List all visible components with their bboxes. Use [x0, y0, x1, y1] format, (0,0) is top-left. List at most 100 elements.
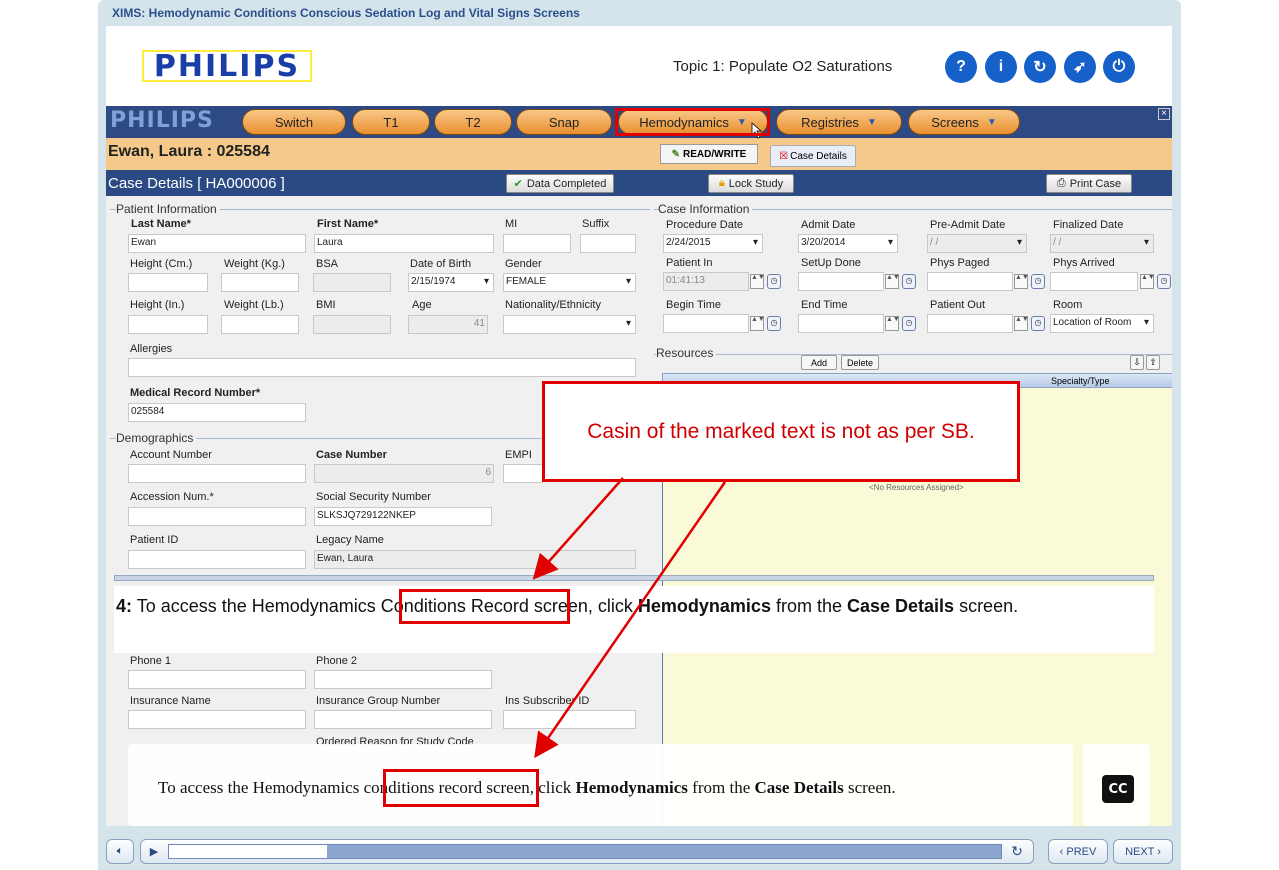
bsa-field	[313, 273, 391, 292]
lock-study-button[interactable]: 🔒︎ Lock Study	[708, 174, 794, 193]
tab-snap[interactable]: Snap	[516, 109, 612, 135]
insurance-name-field[interactable]	[128, 710, 306, 729]
last-name-field[interactable]: Ewan	[128, 234, 306, 253]
cc-text-4: Hemodynamics	[575, 778, 688, 797]
mi-field[interactable]	[503, 234, 571, 253]
time-spinner[interactable]: ▲▼	[750, 274, 765, 289]
reload-icon[interactable]: ↻	[1006, 841, 1028, 862]
next-button[interactable]: NEXT ›	[1113, 839, 1173, 864]
marked-text-highlight	[399, 589, 570, 624]
first-name-field[interactable]: Laura	[314, 234, 494, 253]
prev-button[interactable]: ‹ PREV	[1048, 839, 1108, 864]
add-resource-button[interactable]: Add	[801, 355, 837, 370]
legacy-name-field: Ewan, Laura	[314, 550, 636, 569]
printer-icon: ⎙	[1056, 177, 1066, 189]
cc-text-1: To access the Hemodynamics	[158, 778, 364, 797]
dob-field[interactable]: 2/15/1974	[408, 273, 494, 292]
nationality-select[interactable]	[503, 315, 636, 334]
clock-icon[interactable]: ◷	[767, 274, 781, 289]
time-spinner[interactable]: ▲▼	[885, 316, 900, 331]
volume-icon[interactable]: 🔈︎	[106, 839, 134, 864]
closed-caption-button[interactable]: CC	[1102, 775, 1134, 803]
move-up-icon[interactable]: ⇧	[1146, 355, 1160, 370]
accession-label: Accession Num.*	[130, 491, 214, 503]
account-number-field[interactable]	[128, 464, 306, 483]
power-icon[interactable]: ⏻	[1103, 51, 1135, 83]
phone1-field[interactable]	[128, 670, 306, 689]
patient-name: Ewan, Laura : 025584	[108, 143, 270, 160]
clock-icon[interactable]: ◷	[1031, 316, 1045, 331]
phone2-field[interactable]	[314, 670, 492, 689]
phys-arrived-field[interactable]	[1050, 272, 1138, 291]
insurance-group-label: Insurance Group Number	[316, 695, 441, 707]
case-title-bar: Case Details [ HA000006 ] ✔ Data Complete…	[106, 170, 1172, 196]
height-in-label: Height (In.)	[130, 299, 185, 311]
weight-kg-field[interactable]	[221, 273, 299, 292]
last-name-label: Last Name*	[131, 218, 191, 230]
replay-icon[interactable]: ↻	[1024, 51, 1056, 83]
procedure-date-field[interactable]: 2/24/2015	[663, 234, 763, 253]
close-icon[interactable]: ☒	[779, 151, 788, 162]
height-cm-label: Height (Cm.)	[130, 258, 193, 270]
patient-out-label: Patient Out	[930, 299, 986, 311]
end-time-field[interactable]	[798, 314, 884, 333]
delete-resource-button[interactable]: Delete	[841, 355, 879, 370]
tab-screens[interactable]: Screens ▼	[908, 109, 1020, 135]
ins-subscriber-field[interactable]	[503, 710, 636, 729]
suffix-field[interactable]	[580, 234, 636, 253]
clock-icon[interactable]: ◷	[902, 316, 916, 331]
height-in-field[interactable]	[128, 315, 208, 334]
pre-admit-label: Pre-Admit Date	[930, 219, 1006, 231]
print-case-button[interactable]: ⎙ Print Case	[1046, 174, 1132, 193]
move-down-icon[interactable]: ⇩	[1130, 355, 1144, 370]
tab-switch[interactable]: Switch	[242, 109, 346, 135]
tab-case-details[interactable]: ☒ Case Details	[770, 145, 856, 167]
dob-label: Date of Birth	[410, 258, 472, 270]
phone2-label: Phone 2	[316, 655, 357, 667]
mrn-field[interactable]: 025584	[128, 403, 306, 422]
time-spinner[interactable]: ▲▼	[885, 274, 900, 289]
patient-out-field[interactable]	[927, 314, 1013, 333]
time-spinner[interactable]: ▲▼	[1014, 274, 1029, 289]
tab-registries[interactable]: Registries ▼	[776, 109, 902, 135]
close-icon[interactable]: ×	[1158, 108, 1170, 120]
clock-icon[interactable]: ◷	[767, 316, 781, 331]
bmi-label: BMI	[316, 299, 336, 311]
tab-t1[interactable]: T1	[352, 109, 430, 135]
tab-t2[interactable]: T2	[434, 109, 512, 135]
weight-lb-label: Weight (Lb.)	[224, 299, 284, 311]
info-icon[interactable]: i	[985, 51, 1017, 83]
phys-paged-field[interactable]	[927, 272, 1013, 291]
time-spinner[interactable]: ▲▼	[1140, 274, 1155, 289]
gender-select[interactable]: FEMALE	[503, 273, 636, 292]
review-comment-box: Casin of the marked text is not as per S…	[542, 381, 1020, 482]
data-completed-button[interactable]: ✔ Data Completed	[506, 174, 614, 193]
time-spinner[interactable]: ▲▼	[750, 316, 765, 331]
begin-time-label: Begin Time	[666, 299, 722, 311]
admit-date-field[interactable]: 3/20/2014	[798, 234, 898, 253]
patient-id-field[interactable]	[128, 550, 306, 569]
play-icon[interactable]: ▶	[144, 841, 164, 862]
clock-icon[interactable]: ◷	[1031, 274, 1045, 289]
read-write-button[interactable]: ✎ READ/WRITE	[660, 144, 758, 164]
room-select[interactable]: Location of Room	[1050, 314, 1154, 333]
insurance-name-label: Insurance Name	[130, 695, 211, 707]
ssn-field[interactable]: SLKSJQ729122NKEP	[314, 507, 492, 526]
allergies-field[interactable]	[128, 358, 636, 377]
compass-icon[interactable]: ➶	[1064, 51, 1096, 83]
weight-lb-field[interactable]	[221, 315, 299, 334]
height-cm-field[interactable]	[128, 273, 208, 292]
empi-label: EMPI	[505, 449, 532, 461]
app-logo: PHILIPS	[110, 108, 214, 133]
insurance-group-field[interactable]	[314, 710, 492, 729]
empi-field[interactable]	[503, 464, 543, 483]
setup-done-field[interactable]	[798, 272, 884, 291]
check-icon: ✔	[513, 178, 523, 190]
help-icon[interactable]: ?	[945, 51, 977, 83]
clock-icon[interactable]: ◷	[1157, 274, 1171, 289]
clock-icon[interactable]: ◷	[902, 274, 916, 289]
horizontal-scrollbar[interactable]	[114, 575, 1154, 581]
time-spinner[interactable]: ▲▼	[1014, 316, 1029, 331]
accession-field[interactable]	[128, 507, 306, 526]
begin-time-field[interactable]	[663, 314, 749, 333]
